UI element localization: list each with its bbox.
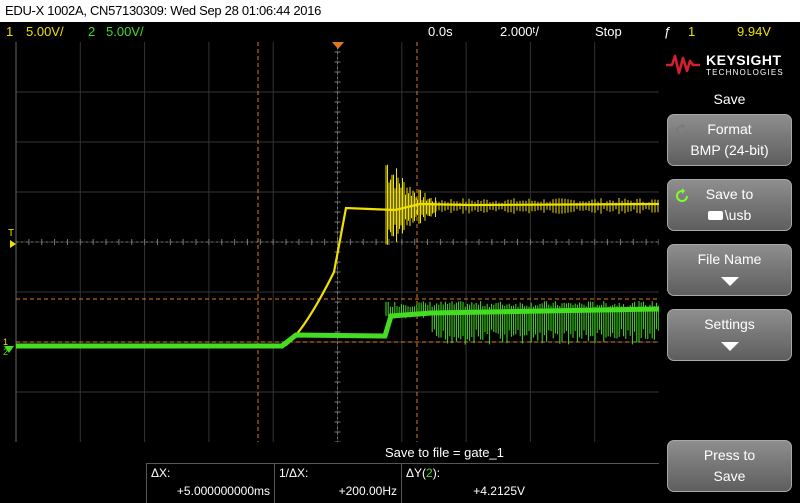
delta-x-cell: ΔX: +5.000000000ms <box>146 464 274 503</box>
inv-delta-x-value: +200.00Hz <box>338 484 397 498</box>
ch2-number[interactable]: 2 <box>88 24 95 39</box>
ch1-scale[interactable]: 5.00V/ <box>26 24 64 39</box>
ch2-scale[interactable]: 5.00V/ <box>106 24 144 39</box>
delta-y-cell: ΔY(2): +4.2125V <box>401 464 529 503</box>
ch1-number[interactable]: 1 <box>6 24 13 39</box>
time-position[interactable]: 0.0s <box>428 24 453 39</box>
logo-subtitle: TECHNOLOGIES <box>706 68 784 77</box>
save-to-label: Save to <box>705 186 754 202</box>
format-value: BMP (24-bit) <box>690 142 769 158</box>
time-scale[interactable]: 2.000ᵗ/ <box>500 24 539 39</box>
bottom-panel: Save to file = gate_1 ΔX: +5.000000000ms… <box>0 442 659 503</box>
file-name-softkey[interactable]: File Name <box>667 244 792 296</box>
delta-y-value: +4.2125V <box>473 484 525 498</box>
run-state[interactable]: Stop <box>595 24 622 39</box>
ch1-ground-label: 1 <box>3 337 8 347</box>
press-to-save-softkey[interactable]: Press to Save <box>667 440 792 492</box>
delta-x-label: ΔX: <box>151 466 171 480</box>
settings-label: Settings <box>704 316 755 332</box>
trigger-level[interactable]: 9.94V <box>737 24 771 39</box>
title-bar: EDU-X 1002A, CN57130309: Wed Sep 28 01:0… <box>0 0 800 22</box>
save-to-value: \usb <box>668 207 791 223</box>
submenu-arrow-icon <box>720 277 739 286</box>
format-softkey[interactable]: Format BMP (24-bit) <box>667 114 792 166</box>
submenu-arrow-icon <box>720 342 739 351</box>
usb-drive-icon <box>707 210 723 220</box>
cursor-measurements: ΔX: +5.000000000ms 1/ΔX: +200.00Hz ΔY(2)… <box>146 463 659 503</box>
keysight-logo: KEYSIGHT TECHNOLOGIES <box>665 47 795 83</box>
waveform-display[interactable]: T 1 2 <box>0 42 659 442</box>
press-to-save-label: Press to <box>703 447 756 463</box>
trigger-channel[interactable]: 1 <box>688 24 695 39</box>
inv-delta-x-label: 1/ΔX: <box>279 466 309 480</box>
status-bar: 1 5.00V/ 2 5.00V/ 0.0s 2.000ᵗ/ Stop ƒ 1 … <box>0 22 800 42</box>
save-to-softkey[interactable]: Save to \usb <box>667 179 792 231</box>
settings-softkey[interactable]: Settings <box>667 309 792 361</box>
window-title: EDU-X 1002A, CN57130309: Wed Sep 28 01:0… <box>5 3 322 18</box>
keysight-wave-icon <box>666 54 700 75</box>
delta-y-label: ΔY(2): <box>406 466 441 480</box>
format-label: Format <box>707 121 752 137</box>
softkey-sidebar: KEYSIGHT TECHNOLOGIES Save Format BMP (2… <box>659 42 800 503</box>
save-message: Save to file = gate_1 <box>385 445 504 460</box>
press-to-save-label-2: Save <box>713 468 746 484</box>
inv-delta-x-cell: 1/ΔX: +200.00Hz <box>274 464 401 503</box>
trigger-slope-icon: ƒ <box>664 24 672 39</box>
logo-name: KEYSIGHT <box>706 52 782 68</box>
trigger-marker-label: T <box>8 228 14 239</box>
menu-title: Save <box>713 91 746 107</box>
waveform-canvas: T 1 2 <box>0 42 659 442</box>
delta-x-value: +5.000000000ms <box>176 484 270 498</box>
file-name-label: File Name <box>697 251 762 267</box>
